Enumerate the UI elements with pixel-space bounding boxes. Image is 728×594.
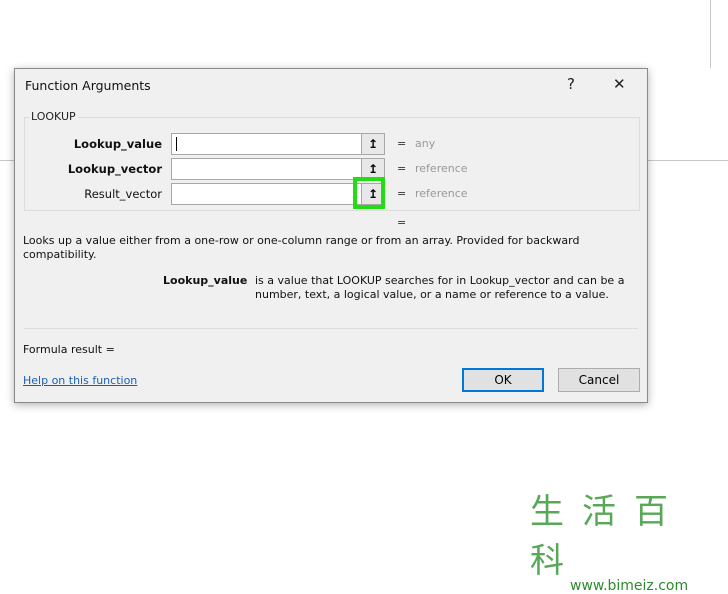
arg-result: any [415, 137, 436, 150]
sheet-gridline [710, 0, 711, 68]
highlight-box [353, 177, 385, 209]
equals-sign: = [397, 187, 407, 200]
help-button[interactable]: ? [567, 75, 575, 93]
arg-row-lookup-value: Lookup_value ↥ = any [15, 133, 647, 155]
arg-result: reference [415, 162, 468, 175]
result-vector-input[interactable] [171, 183, 363, 205]
dialog-title: Function Arguments [25, 78, 151, 93]
cancel-button[interactable]: Cancel [558, 368, 640, 392]
ok-button[interactable]: OK [462, 368, 544, 392]
arg-result: reference [415, 187, 468, 200]
sheet-gridline [646, 160, 728, 161]
lookup-value-input[interactable] [171, 133, 363, 155]
function-name: LOOKUP [29, 110, 78, 123]
close-button[interactable]: ✕ [613, 75, 626, 93]
help-link[interactable]: Help on this function [23, 374, 137, 388]
arg-description: is a value that LOOKUP searches for in L… [255, 274, 625, 301]
function-result-equals: = [397, 216, 407, 229]
collapse-dialog-icon[interactable]: ↥ [361, 133, 385, 155]
arg-label: Result_vector [84, 187, 162, 201]
lookup-vector-input[interactable] [171, 158, 363, 180]
watermark-chars: 生活百科 [530, 492, 686, 581]
arg-name: Lookup_value [163, 274, 248, 287]
function-description: Looks up a value either from a one-row o… [23, 234, 580, 261]
arg-row-result-vector: Result_vector ↥ = reference [15, 177, 647, 209]
arg-label: Lookup_vector [67, 162, 162, 176]
arg-label: Lookup_value [73, 137, 162, 151]
equals-sign: = [397, 137, 407, 150]
arg-row-lookup-vector: Lookup_vector ↥ = reference [15, 158, 647, 180]
function-arguments-dialog: Function Arguments ? ✕ LOOKUP Lookup_val… [14, 68, 648, 403]
equals-sign: = [397, 162, 407, 175]
watermark-logo: 生活百科 www.bimeiz.com [530, 484, 728, 594]
formula-result: Formula result = [23, 343, 115, 356]
sheet-gridline [0, 160, 14, 161]
separator [24, 328, 638, 329]
